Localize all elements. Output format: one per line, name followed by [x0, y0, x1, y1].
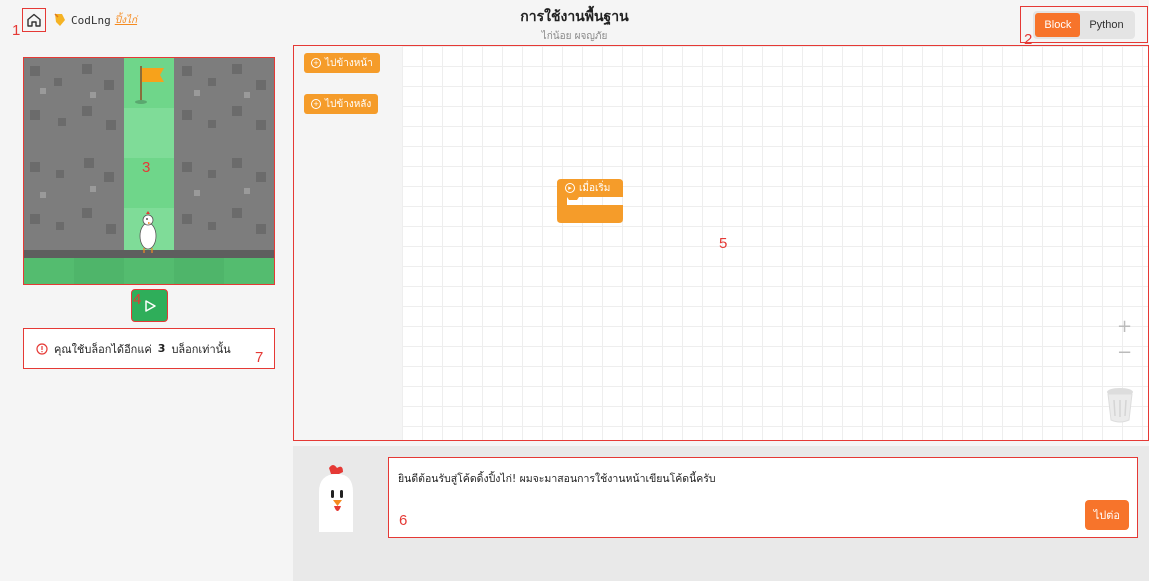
annotation-5: 5	[719, 235, 728, 252]
logo[interactable]: CodLng ปิ้งไก่	[53, 12, 137, 28]
play-circle-icon: ▸	[565, 183, 575, 193]
zoom-in-button[interactable]: +	[1117, 316, 1132, 337]
notice-count: 3	[157, 342, 166, 355]
annotation-1: 1	[12, 22, 21, 39]
chicken-mascot	[319, 465, 353, 532]
lang-block-button[interactable]: Block	[1035, 12, 1081, 37]
annotation-4: 4	[133, 291, 142, 308]
logo-icon	[54, 13, 65, 26]
block-canvas[interactable]: ▸ เมื่อเริ่ม + −	[402, 46, 1148, 440]
notice-suffix: บล็อกเท่านั้น	[171, 342, 231, 356]
home-icon	[27, 13, 41, 27]
logo-subtext: ปิ้งไก่	[114, 14, 138, 26]
zoom-out-button[interactable]: −	[1117, 342, 1132, 363]
plus-circle-icon: +	[311, 58, 321, 68]
next-button[interactable]: ไปต่อ	[1084, 500, 1129, 530]
annotation-6: 6	[399, 512, 408, 529]
tutorial-message: ยินดีต้อนรับสู่โค้ดดิ้งปิ้งไก่! ผมจะมาสอ…	[398, 473, 716, 485]
play-icon	[144, 299, 156, 312]
page-title: การใช้งานพื้นฐาน	[520, 9, 629, 25]
header: 1 CodLng ปิ้งไก่ การใช้งานพื้นฐาน ไก่น้อ…	[0, 0, 1149, 48]
app-root: 1 CodLng ปิ้งไก่ การใช้งานพื้นฐาน ไก่น้อ…	[0, 0, 1149, 581]
home-button[interactable]	[22, 8, 46, 32]
block-limit-notice: คุณใช้บล็อกได้อีกแค่ 3 บล็อกเท่านั้น	[23, 328, 275, 369]
lang-python-button[interactable]: Python	[1080, 13, 1132, 37]
tutorial-dialog: ยินดีต้อนรับสู่โค้ดดิ้งปิ้งไก่! ผมจะมาสอ…	[388, 457, 1138, 538]
title-block: การใช้งานพื้นฐาน ไก่น้อย ผจญภัย	[0, 6, 1149, 44]
start-block[interactable]: ▸ เมื่อเริ่ม	[560, 179, 615, 197]
block-forward-label: ไปข้างหน้า	[325, 57, 373, 69]
page-subtitle: ไก่น้อย ผจญภัย	[541, 31, 608, 42]
toolbox-block-forward[interactable]: + ไปข้างหน้า	[304, 53, 380, 73]
language-toggle-group: Block Python	[1033, 10, 1135, 39]
start-block-label: เมื่อเริ่ม	[579, 182, 611, 194]
logo-text: CodLng	[71, 13, 111, 27]
block-backward-label: ไปข้างหลัง	[325, 98, 372, 110]
trash-icon[interactable]	[1105, 386, 1135, 424]
notice-prefix: คุณใช้บล็อกได้อีกแค่	[54, 342, 152, 356]
toolbox-block-backward[interactable]: + ไปข้างหลัง	[304, 94, 379, 114]
annotation-7: 7	[255, 349, 264, 366]
toolbox-flyout: + ไปข้างหน้า + ไปข้างหลัง	[294, 46, 402, 440]
annotation-3: 3	[142, 159, 151, 176]
language-toggle: Block Python	[1020, 6, 1148, 43]
plus-circle-icon: +	[311, 99, 321, 109]
alert-circle-icon	[36, 342, 48, 355]
